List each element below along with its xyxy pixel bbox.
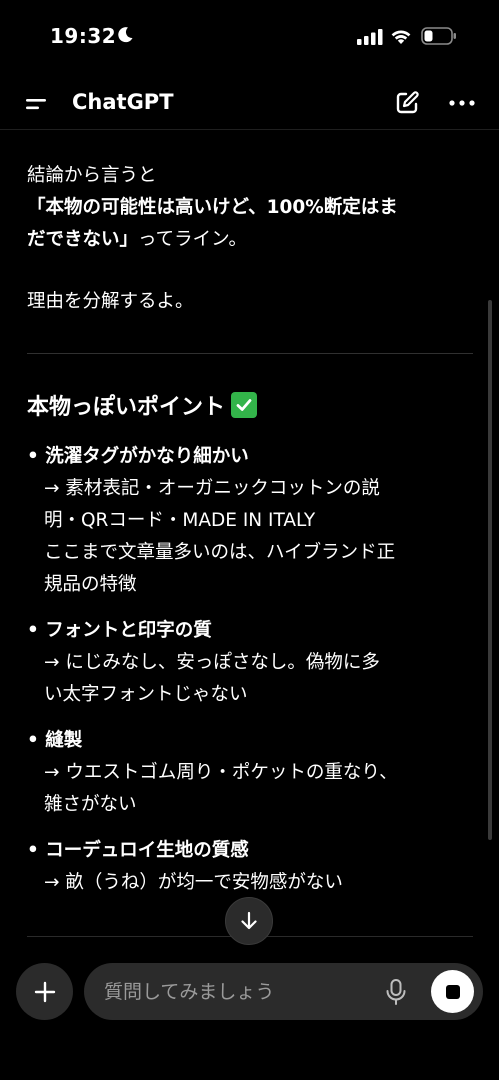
- voice-input-button[interactable]: [382, 977, 410, 1007]
- menu-button[interactable]: [20, 88, 52, 120]
- message-input[interactable]: [104, 963, 364, 1020]
- check-icon: [231, 392, 258, 418]
- point-item: • 縫製 → ウエストゴム周り・ポケットの重なり、 雑さがない: [27, 725, 477, 821]
- signal-icon: [357, 29, 383, 45]
- plus-icon: [34, 981, 55, 1002]
- point-detail: → にじみなし、安っぽさなし。偽物に多: [44, 652, 380, 673]
- point-detail: → ウエストゴム周り・ポケットの重なり、: [44, 762, 398, 783]
- point-item: • コーデュロイ生地の質感 → 畝（うね）が均一で安物感がない: [27, 835, 477, 899]
- point-item: • 洗濯タグがかなり細かい → 素材表記・オーガニックコットンの説 明・QRコー…: [27, 441, 477, 601]
- point-title: • コーデュロイ生地の質感: [27, 840, 249, 861]
- reason-line: 理由を分解するよ。: [27, 286, 477, 318]
- intro-line: 結論から言うと: [27, 165, 157, 186]
- more-icon: [449, 100, 475, 106]
- point-title: • 洗濯タグがかなり細かい: [27, 446, 249, 467]
- composer: [84, 963, 483, 1020]
- moon-icon: [118, 27, 133, 43]
- conclusion-line-1: 「本物の可能性は高いけど、100%断定はま: [27, 197, 398, 218]
- section-heading: 本物っぽいポイント: [27, 391, 258, 425]
- point-detail: 明・QRコード・MADE IN ITALY: [44, 510, 316, 531]
- wifi-icon: [391, 30, 411, 44]
- status-time: 19:32: [50, 24, 117, 48]
- attach-button[interactable]: [16, 963, 73, 1020]
- point-detail: 雑さがない: [44, 794, 137, 815]
- point-detail: ここまで文章量多いのは、ハイブランド正: [44, 542, 396, 563]
- point-detail: 規品の特徴: [44, 574, 137, 595]
- divider: [27, 353, 473, 354]
- assistant-message-intro: 結論から言うと 「本物の可能性は高いけど、100%断定はま だできない」ってライ…: [27, 160, 477, 256]
- chat-messages: 結論から言うと 「本物の可能性は高いけど、100%断定はま だできない」ってライ…: [0, 131, 499, 941]
- section-heading-text: 本物っぽいポイント: [27, 395, 226, 420]
- new-chat-button[interactable]: [392, 88, 422, 118]
- more-button[interactable]: [446, 88, 478, 118]
- conclusion-tail: ってライン。: [138, 229, 247, 250]
- reason-text: 理由を分解するよ。: [27, 291, 194, 312]
- scroll-down-button[interactable]: [225, 897, 273, 945]
- mic-icon: [386, 979, 406, 1005]
- battery-icon: [421, 27, 456, 45]
- app-title[interactable]: ChatGPT: [72, 90, 174, 114]
- chat-screen: 19:32 ChatGPT 結論から言うと 「本物の可能性は高いけど、100%断…: [0, 0, 499, 1080]
- point-title: • フォントと印字の質: [27, 620, 212, 641]
- scrollbar[interactable]: [488, 300, 492, 840]
- new-chat-icon: [396, 91, 419, 114]
- point-detail: い太字フォントじゃない: [44, 684, 248, 705]
- menu-icon: [26, 99, 46, 110]
- stop-icon: [445, 984, 460, 999]
- point-detail: → 素材表記・オーガニックコットンの説: [44, 478, 380, 499]
- conclusion-line-2: だできない」: [27, 229, 139, 250]
- point-detail: → 畝（うね）が均一で安物感がない: [44, 872, 343, 893]
- point-title: • 縫製: [27, 730, 83, 751]
- point-item: • フォントと印字の質 → にじみなし、安っぽさなし。偽物に多 い太字フォントじ…: [27, 615, 477, 711]
- status-bar: 19:32: [0, 0, 499, 78]
- app-header: ChatGPT: [0, 78, 499, 130]
- arrow-down-icon: [241, 911, 257, 930]
- stop-button[interactable]: [431, 970, 474, 1013]
